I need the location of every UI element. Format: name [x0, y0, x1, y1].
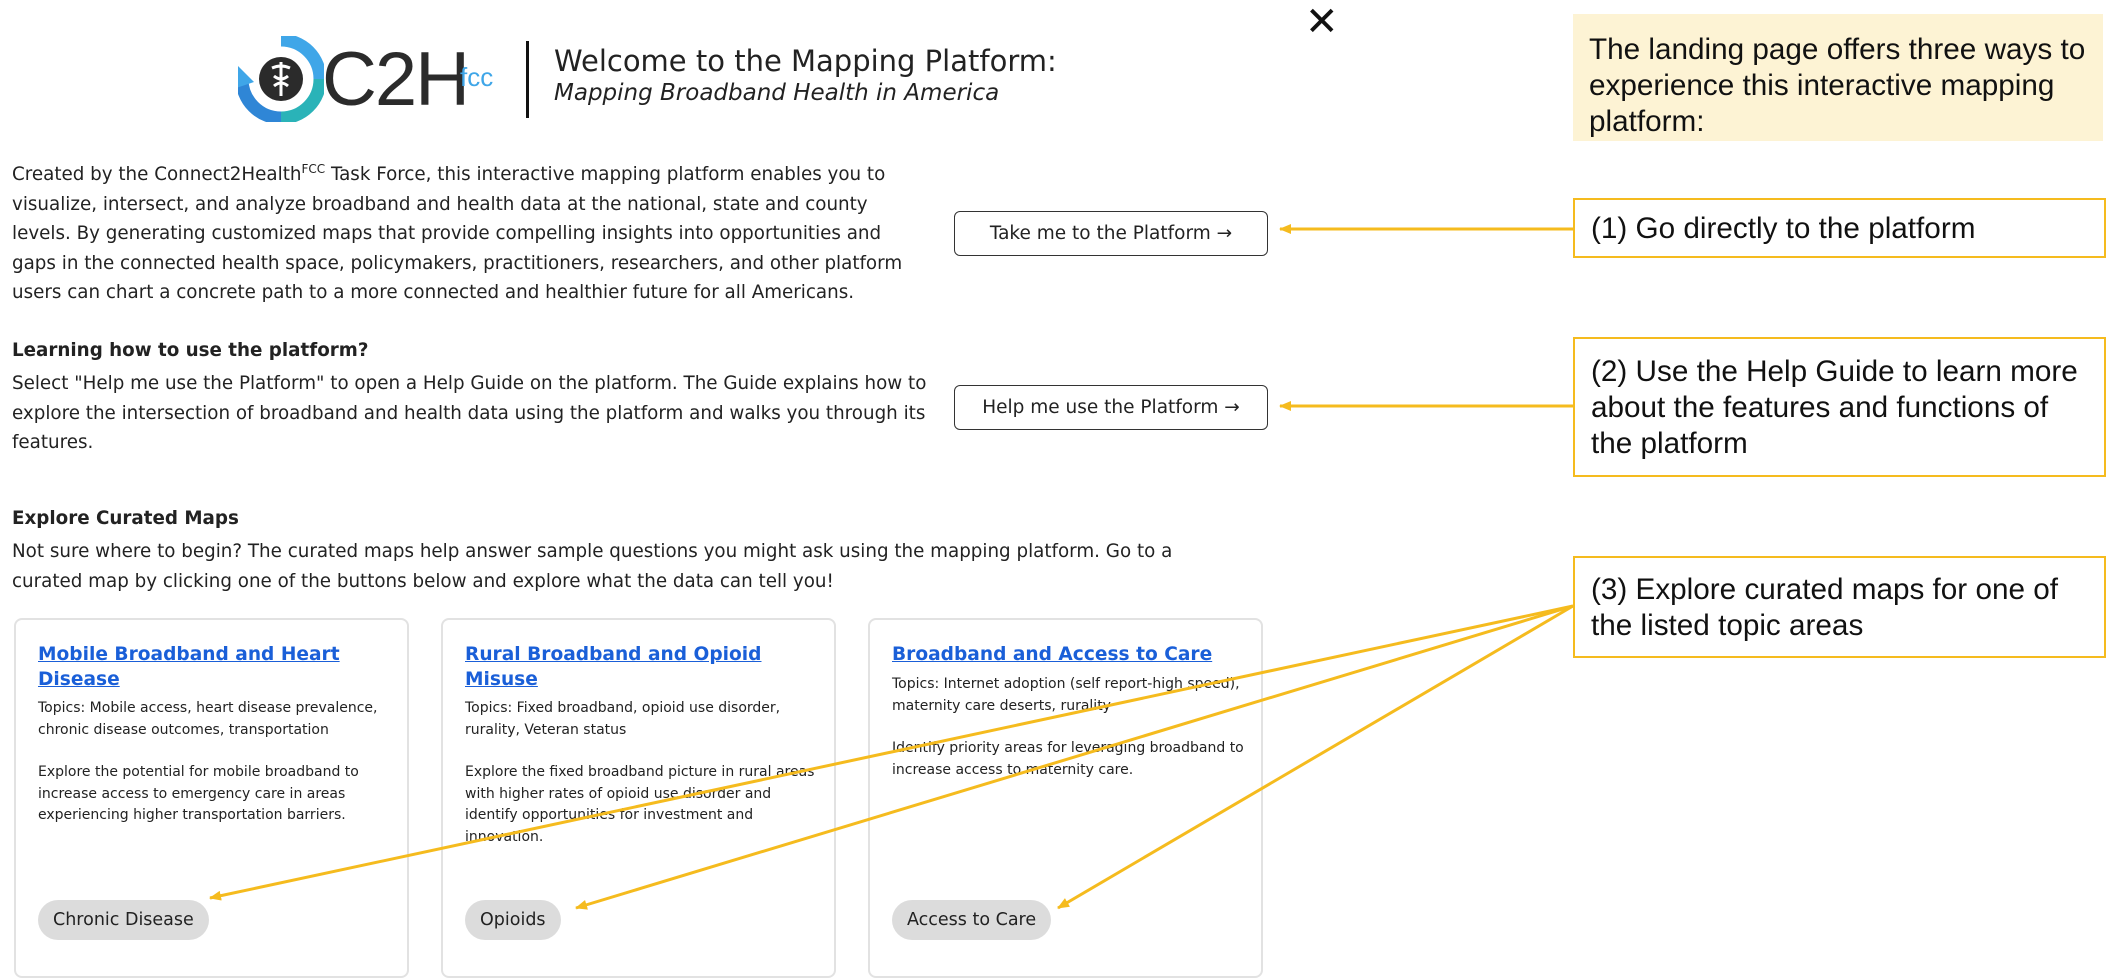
take-me-to-platform-button[interactable]: Take me to the Platform →: [954, 211, 1268, 256]
card-title-link[interactable]: Rural Broadband and Opioid Misuse: [465, 642, 805, 692]
card-description: Explore the potential for mobile broadba…: [38, 764, 359, 823]
explore-heading: Explore Curated Maps: [12, 508, 239, 529]
card-description: Identify priority areas for leveraging b…: [892, 740, 1244, 778]
c2h-logo: C2H fcc: [238, 36, 500, 122]
logo-suffix: fcc: [460, 62, 494, 92]
annotation-intro: The landing page offers three ways to ex…: [1573, 14, 2103, 141]
learn-heading: Learning how to use the platform?: [12, 340, 369, 361]
card-title-link[interactable]: Mobile Broadband and Heart Disease: [38, 642, 378, 692]
annotation-curated-maps: (3) Explore curated maps for one of the …: [1573, 556, 2106, 658]
curated-map-card: Broadband and Access to Care Topics: Int…: [868, 618, 1263, 978]
learn-paragraph: Select "Help me use the Platform" to ope…: [12, 373, 927, 454]
page-subtitle: Mapping Broadband Health in America: [554, 80, 1000, 106]
intro-superscript: FCC: [301, 161, 326, 176]
page-title: Welcome to the Mapping Platform:: [554, 44, 1057, 78]
card-topics: Topics: Internet adoption (self report-h…: [892, 676, 1240, 714]
curated-map-card: Rural Broadband and Opioid Misuse Topics…: [441, 618, 836, 978]
tag-chronic-disease[interactable]: Chronic Disease: [38, 900, 209, 940]
card-title-link[interactable]: Broadband and Access to Care: [892, 642, 1232, 667]
close-icon[interactable]: ✕: [1305, 0, 1339, 44]
card-topics: Topics: Fixed broadband, opioid use diso…: [465, 700, 781, 738]
intro-paragraph: Created by the Connect2HealthFCC Task Fo…: [12, 160, 927, 308]
caduceus-arrows-icon: [238, 36, 324, 122]
curated-map-card: Mobile Broadband and Heart Disease Topic…: [14, 618, 409, 978]
intro-text-start: Created by the Connect2Health: [12, 164, 302, 185]
explore-paragraph: Not sure where to begin? The curated map…: [12, 541, 1173, 592]
annotation-go-directly: (1) Go directly to the platform: [1573, 198, 2106, 258]
annotation-help-guide: (2) Use the Help Guide to learn more abo…: [1573, 337, 2106, 477]
help-me-use-platform-button[interactable]: Help me use the Platform →: [954, 385, 1268, 430]
logo-wordmark: C2H: [322, 37, 470, 122]
tag-opioids[interactable]: Opioids: [465, 900, 561, 940]
header-divider: [526, 41, 529, 118]
tag-access-to-care[interactable]: Access to Care: [892, 900, 1052, 940]
card-topics: Topics: Mobile access, heart disease pre…: [38, 700, 378, 738]
card-description: Explore the fixed broadband picture in r…: [465, 764, 815, 845]
